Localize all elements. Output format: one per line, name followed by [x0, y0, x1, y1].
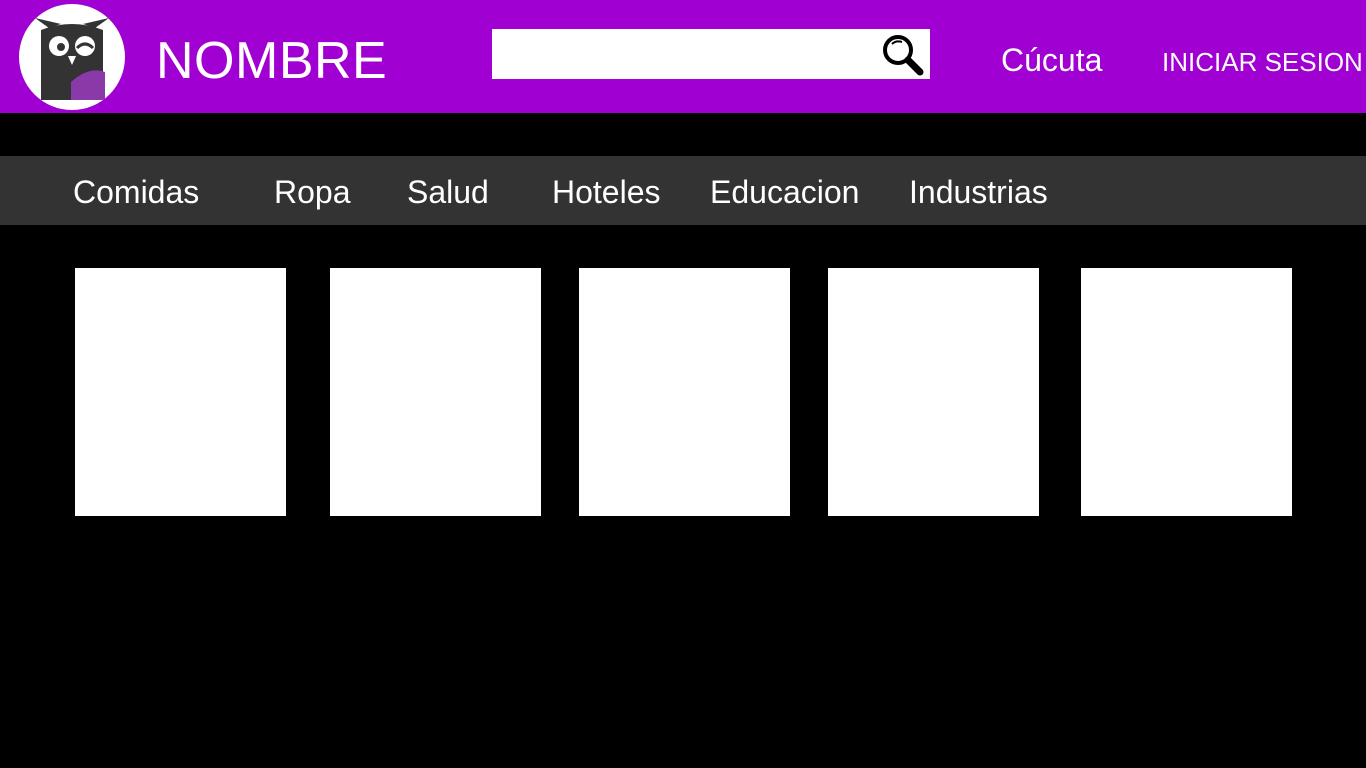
category-hoteles[interactable]: Hoteles	[552, 173, 661, 211]
city-selector[interactable]: Cúcuta	[1001, 40, 1102, 80]
top-header: NOMBRE Cúcuta INICIAR SESION	[0, 0, 1366, 113]
magnifier-icon	[883, 35, 924, 76]
login-link[interactable]: INICIAR SESION	[1162, 46, 1363, 78]
category-industrias[interactable]: Industrias	[909, 173, 1048, 211]
content-card[interactable]	[330, 268, 541, 516]
category-bar: Comidas Ropa Salud Hoteles Educacion Ind…	[0, 156, 1366, 225]
category-comidas[interactable]: Comidas	[73, 173, 199, 211]
search-button[interactable]	[878, 31, 926, 77]
search-input[interactable]	[492, 29, 872, 79]
content-card[interactable]	[1081, 268, 1292, 516]
category-educacion[interactable]: Educacion	[710, 173, 859, 211]
content-card[interactable]	[579, 268, 790, 516]
owl-logo-icon[interactable]	[19, 4, 125, 110]
category-ropa[interactable]: Ropa	[274, 173, 351, 211]
category-salud[interactable]: Salud	[407, 173, 489, 211]
brand-name: NOMBRE	[156, 32, 388, 90]
content-card[interactable]	[75, 268, 286, 516]
search-box	[492, 29, 930, 79]
content-card[interactable]	[828, 268, 1039, 516]
